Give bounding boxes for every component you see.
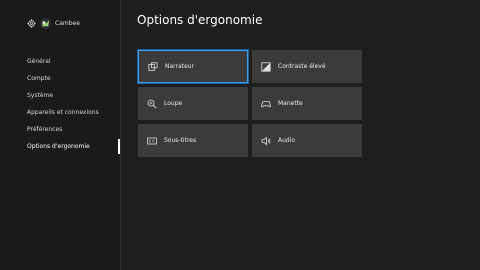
tile-label: Contraste élevé [278,63,326,70]
tile-label: Narrateur [165,63,194,70]
tile-high-contrast[interactable]: Contraste élevé [252,50,362,83]
nav-item-accessibility[interactable]: Options d'ergonomie [0,138,120,155]
nav-item-account[interactable]: Compte [0,70,120,87]
tile-narrator[interactable]: Narrateur [138,50,248,83]
speaker-icon [261,136,271,145]
profile-header[interactable]: Cambee [27,18,80,29]
magnifier-icon [147,99,157,109]
tile-magnifier[interactable]: Loupe [138,87,248,120]
nav-item-system[interactable]: Système [0,87,120,104]
tile-audio[interactable]: Audio [252,124,362,157]
nav-item-general[interactable]: Général [0,53,120,70]
controller-icon [261,100,271,107]
tile-controller[interactable]: Manette [252,87,362,120]
narrator-icon [148,61,158,71]
sidebar: Cambee Général Compte Système Appareils … [0,0,121,270]
tile-label: Loupe [164,100,183,107]
page-title: Options d'ergonomie [137,13,263,27]
tile-label: Sous-titres [164,137,197,144]
settings-nav: Général Compte Système Appareils et conn… [0,53,120,155]
tile-closed-captions[interactable]: Sous-titres [138,124,248,157]
gear-icon [27,19,36,28]
avatar [40,18,51,29]
high-contrast-icon [261,61,271,72]
tile-label: Manette [278,100,303,107]
closed-captions-icon [147,137,157,144]
nav-item-preferences[interactable]: Préférences [0,121,120,138]
tile-label: Audio [278,137,296,144]
profile-name: Cambee [55,20,80,27]
nav-item-devices[interactable]: Appareils et connexions [0,104,120,121]
